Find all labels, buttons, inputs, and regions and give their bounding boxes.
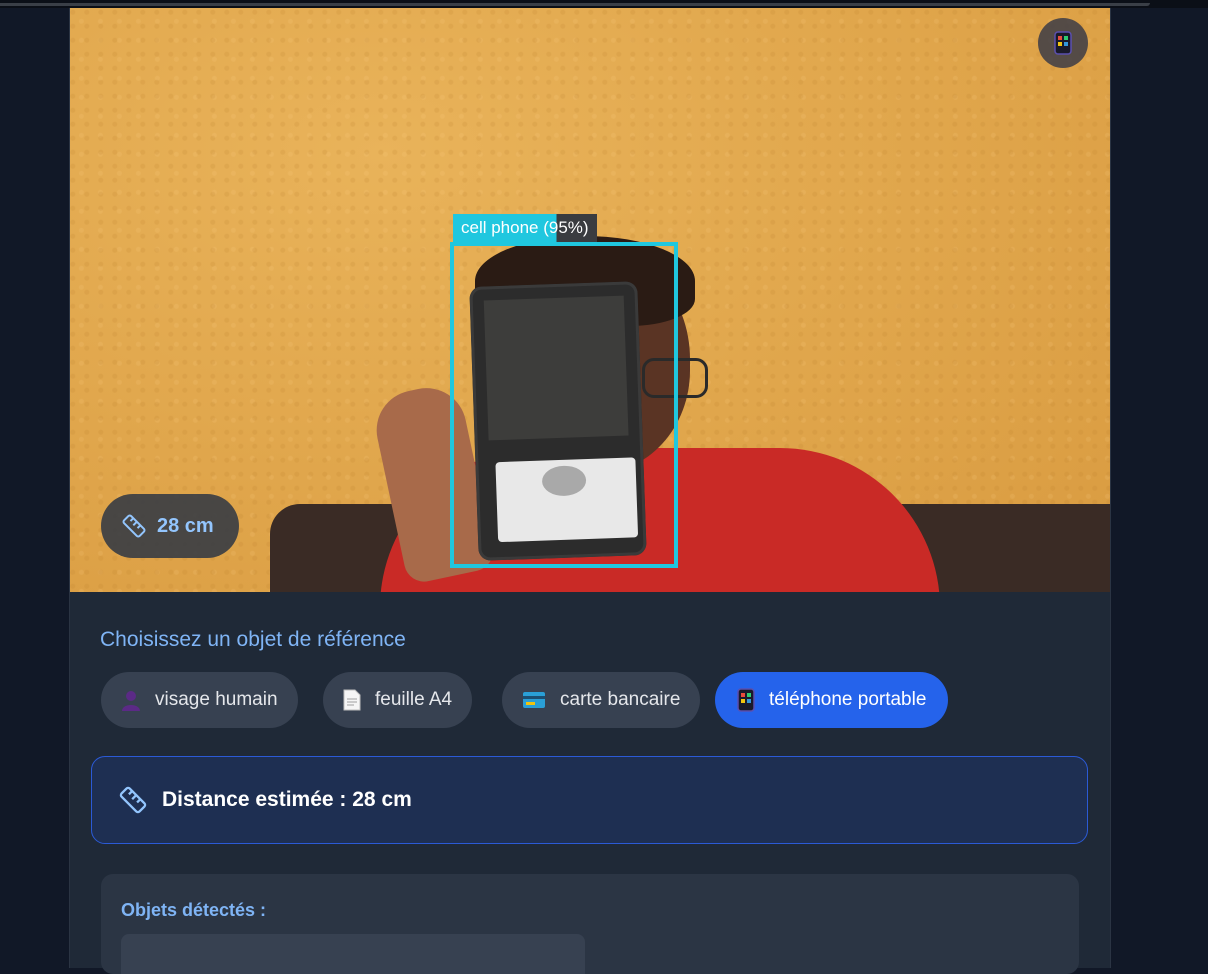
detected-objects-panel: Objets détectés : [101, 874, 1079, 974]
browser-top-edge [0, 0, 1208, 8]
distance-overlay: 28 cm [101, 494, 239, 558]
chip-visage-humain[interactable]: visage humain [101, 672, 298, 728]
distance-result-text: Distance estimée : 28 cm [162, 788, 412, 811]
browser-top-line [0, 3, 1150, 6]
camera-feed: cell phone (95%) 28 cm [70, 8, 1110, 592]
credit-card-icon [522, 691, 546, 709]
chip-feuille-a4[interactable]: feuille A4 [323, 672, 473, 728]
distance-overlay-value: 28 cm [157, 514, 214, 537]
chip-label: visage humain [155, 689, 278, 710]
main-card: cell phone (95%) 28 cm Choisissez un obj… [69, 8, 1111, 974]
ruler-icon [118, 785, 148, 815]
chip-label: feuille A4 [375, 689, 453, 710]
detection-label: cell phone (95%) [453, 214, 597, 242]
chip-telephone-portable[interactable]: téléphone portable [715, 672, 949, 728]
chip-label: téléphone portable [769, 689, 927, 710]
distance-result: Distance estimée : 28 cm [91, 756, 1088, 844]
switch-camera-button[interactable] [1038, 18, 1088, 68]
detection-box [450, 242, 678, 568]
ruler-icon [121, 513, 147, 539]
document-icon [343, 689, 361, 711]
chip-label: carte bancaire [560, 689, 681, 710]
person-silhouette-icon [121, 689, 141, 711]
mobile-phone-icon [1054, 31, 1072, 55]
mobile-phone-icon [737, 688, 755, 712]
chip-carte-bancaire[interactable]: carte bancaire [502, 672, 701, 728]
detected-object-item [121, 934, 585, 974]
detected-objects-title: Objets détectés : [121, 900, 267, 920]
reference-title: Choisissez un objet de référence [100, 628, 406, 651]
